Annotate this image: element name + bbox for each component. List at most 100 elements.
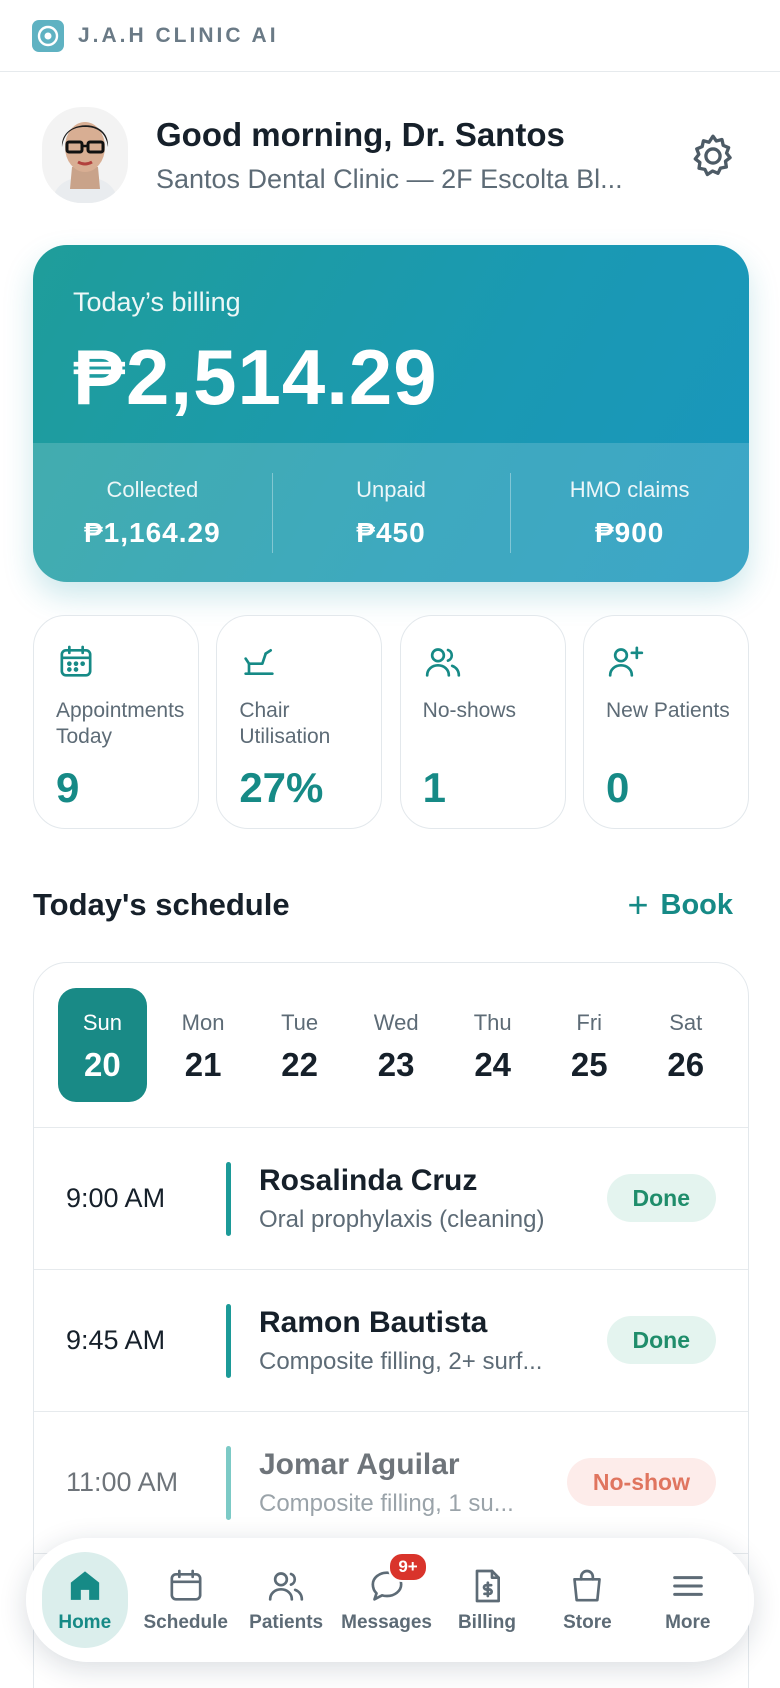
- stat-value: 0: [605, 764, 630, 811]
- appointment-time: 9:45 AM: [66, 1325, 166, 1355]
- billing-collected: Collected ₱1,164.29: [33, 473, 272, 553]
- appointment-details: Rosalinda Cruz Oral prophylaxis (cleanin…: [259, 1164, 589, 1234]
- greeting-header: Good morning, Dr. Santos Santos Dental C…: [42, 105, 742, 205]
- billing-amount: ₱2,514.29: [73, 333, 438, 421]
- hmo-value: ₱900: [594, 516, 665, 548]
- plus-icon: +: [627, 884, 649, 925]
- patient-name: Jomar Aguilar: [259, 1447, 460, 1481]
- avatar[interactable]: [42, 107, 128, 203]
- nav-item-schedule[interactable]: Schedule: [136, 1552, 236, 1648]
- greeting-text: Good morning, Dr. Santos Santos Dental C…: [156, 116, 656, 195]
- day-tab-thu[interactable]: Thu 24: [444, 988, 541, 1102]
- nav-item-messages[interactable]: 9+ Messages: [336, 1552, 436, 1648]
- day-number: 22: [281, 1046, 318, 1083]
- appointment-row[interactable]: 9:45 AM Ramon Bautista Composite filling…: [34, 1270, 748, 1412]
- app-title: J.A.H CLINIC AI: [78, 23, 279, 47]
- day-number: 25: [570, 1046, 608, 1083]
- top-bar: J.A.H CLINIC AI: [0, 0, 780, 72]
- stat-label: Appointments Today: [56, 699, 185, 748]
- day-number: 21: [184, 1046, 222, 1083]
- procedure-desc: Composite filling, 2+ surf...: [259, 1347, 543, 1375]
- home-icon: [70, 1571, 99, 1600]
- day-tab-fri[interactable]: Fri 25: [541, 988, 638, 1102]
- stat-value: 1: [422, 764, 447, 811]
- nav-label: More: [665, 1612, 711, 1633]
- stat-label: Chair Utilisation: [239, 699, 331, 748]
- nav-label: Billing: [457, 1612, 516, 1633]
- schedule-title: Today's schedule: [33, 887, 290, 922]
- day-name: Thu: [473, 1010, 512, 1035]
- patient-name: Rosalinda Cruz: [259, 1163, 478, 1197]
- billing-label: Today’s billing: [73, 287, 241, 317]
- day-name: Mon: [181, 1010, 225, 1035]
- stats-row: Appointments Today 9 Chair Utilisation 2…: [33, 615, 749, 829]
- settings-gear-icon[interactable]: [688, 131, 738, 181]
- appointment-details: Jomar Aguilar Composite filling, 1 su...: [259, 1448, 589, 1518]
- day-tab-sat[interactable]: Sat 26: [637, 988, 734, 1102]
- billing-unpaid: Unpaid ₱450: [271, 472, 511, 553]
- stat-label: New Patients: [605, 699, 730, 722]
- status-badge: Done: [606, 1174, 716, 1222]
- day-number: 26: [667, 1046, 705, 1083]
- billing-hmo-claims: HMO claims ₱900: [510, 472, 749, 553]
- appointment-row[interactable]: 11:00 AM Jomar Aguilar Composite filling…: [34, 1412, 748, 1554]
- collected-value: ₱1,164.29: [84, 516, 221, 548]
- billing-breakdown: Collected ₱1,164.29 Unpaid ₱450 HMO clai…: [33, 443, 749, 582]
- calendar-icon: [56, 642, 96, 682]
- book-button[interactable]: + Book: [627, 884, 733, 926]
- nav-label: Home: [58, 1612, 112, 1633]
- stat-label: No-shows: [422, 699, 517, 722]
- schedule-header: Today's schedule + Book: [33, 880, 733, 930]
- nav-item-patients[interactable]: Patients: [236, 1552, 336, 1648]
- appointment-divider: [226, 1161, 231, 1236]
- nav-item-store[interactable]: Store: [537, 1552, 637, 1648]
- nav-label: Store: [563, 1612, 612, 1633]
- day-name: Sat: [669, 1010, 703, 1035]
- clinic-logo-icon: [32, 19, 64, 52]
- greeting-title: Good morning, Dr. Santos: [156, 115, 565, 153]
- day-tab-sun[interactable]: Sun 20: [58, 988, 147, 1102]
- procedure-desc: Composite filling, 1 su...: [259, 1489, 514, 1517]
- day-name: Wed: [373, 1010, 419, 1035]
- appointment-row[interactable]: 9:00 AM Rosalinda Cruz Oral prophylaxis …: [34, 1128, 748, 1270]
- day-number: 20: [84, 1046, 121, 1083]
- day-number: 24: [474, 1046, 512, 1083]
- book-label: Book: [660, 888, 734, 921]
- calendar-icon: [170, 1569, 202, 1601]
- dental-chair-icon: [239, 642, 279, 682]
- nav-item-more[interactable]: More: [638, 1552, 738, 1648]
- status-badge: No-show: [566, 1458, 716, 1506]
- procedure-desc: Oral prophylaxis (cleaning): [259, 1205, 545, 1233]
- appointment-divider: [226, 1445, 231, 1520]
- day-tab-tue[interactable]: Tue 22: [251, 988, 348, 1102]
- nav-label: Messages: [341, 1612, 432, 1633]
- unpaid-value: ₱450: [356, 516, 426, 548]
- stat-card-appointments[interactable]: Appointments Today 9: [33, 615, 199, 829]
- bottom-nav: Home Schedule Patients 9+ Messages Billi…: [26, 1538, 754, 1662]
- unread-badge: 9+: [388, 1552, 428, 1582]
- nav-label: Patients: [249, 1612, 324, 1633]
- clinic-name: Santos Dental Clinic — 2F Escolta Bl...: [156, 163, 623, 194]
- stat-value: 27%: [239, 764, 324, 811]
- stat-value: 9: [56, 764, 80, 811]
- day-name: Sun: [82, 1010, 122, 1035]
- billing-card[interactable]: Today’s billing ₱2,514.29 Collected ₱1,1…: [33, 245, 749, 582]
- users-icon: [268, 1572, 304, 1601]
- day-tab-wed[interactable]: Wed 23: [348, 988, 445, 1102]
- stat-card-new-patients[interactable]: New Patients 0: [582, 615, 749, 829]
- collected-label: Collected: [106, 476, 199, 502]
- day-name: Fri: [576, 1010, 603, 1035]
- patient-name: Ramon Bautista: [259, 1305, 488, 1339]
- appointment-details: Ramon Bautista Composite filling, 2+ sur…: [259, 1306, 589, 1376]
- unpaid-label: Unpaid: [356, 476, 426, 502]
- menu-icon: [672, 1576, 703, 1596]
- nav-item-home[interactable]: Home: [42, 1552, 128, 1648]
- nav-label: Schedule: [143, 1612, 228, 1633]
- users-icon: [423, 642, 463, 682]
- stat-card-chair-utilisation[interactable]: Chair Utilisation 27%: [216, 615, 383, 829]
- day-selector: Sun 20 Mon 21 Tue 22 Wed 23 Thu 24 Fri 2…: [34, 963, 748, 1128]
- day-name: Tue: [281, 1010, 319, 1035]
- day-tab-mon[interactable]: Mon 21: [155, 988, 252, 1102]
- nav-item-billing[interactable]: Billing: [437, 1552, 537, 1648]
- stat-card-no-shows[interactable]: No-shows 1: [399, 615, 566, 829]
